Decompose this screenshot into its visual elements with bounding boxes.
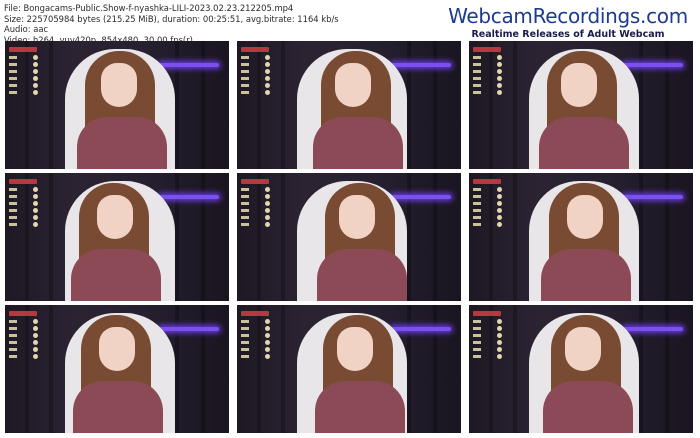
stream-overlay [9, 311, 43, 381]
face [567, 195, 603, 239]
video-thumbnail [237, 173, 461, 301]
face [337, 327, 373, 371]
neon-light [159, 195, 219, 199]
video-thumbnail [5, 305, 229, 433]
torso [317, 249, 407, 301]
torso [539, 117, 629, 169]
stream-overlay [241, 179, 275, 249]
video-thumbnail [237, 41, 461, 169]
neon-light [623, 327, 683, 331]
stream-overlay [9, 179, 43, 249]
file-info-block: File: Bongacams-Public.Show-f-nyashka-LI… [4, 3, 339, 45]
torso [315, 381, 405, 433]
torso [543, 381, 633, 433]
stream-overlay [473, 311, 507, 381]
face [101, 63, 137, 107]
brand-name: WebcamRecordings.com [448, 4, 688, 28]
stream-overlay [9, 47, 43, 117]
video-thumbnail [5, 173, 229, 301]
stream-overlay [473, 47, 507, 117]
audio-line: Audio: aac [4, 24, 49, 35]
torso [73, 381, 163, 433]
face [565, 327, 601, 371]
video-thumbnail [5, 41, 229, 169]
neon-light [391, 327, 451, 331]
video-thumbnail [469, 305, 693, 433]
face [339, 195, 375, 239]
neon-light [391, 63, 451, 67]
neon-light [391, 195, 451, 199]
stream-overlay [241, 311, 275, 381]
video-thumbnail [469, 173, 693, 301]
face [335, 63, 371, 107]
video-thumbnail [469, 41, 693, 169]
torso [313, 117, 403, 169]
file-name-line: File: Bongacams-Public.Show-f-nyashka-LI… [4, 3, 294, 13]
stream-overlay [473, 179, 507, 249]
neon-light [623, 63, 683, 67]
face [561, 63, 597, 107]
face [97, 195, 133, 239]
face [99, 327, 135, 371]
torso [77, 117, 167, 169]
neon-light [623, 195, 683, 199]
video-thumbnail [237, 305, 461, 433]
neon-light [159, 63, 219, 67]
torso [541, 249, 631, 301]
neon-light [159, 327, 219, 331]
stream-overlay [241, 47, 275, 117]
file-size-line: Size: 225705984 bytes (215.25 MiB), dura… [4, 13, 339, 24]
torso [71, 249, 161, 301]
